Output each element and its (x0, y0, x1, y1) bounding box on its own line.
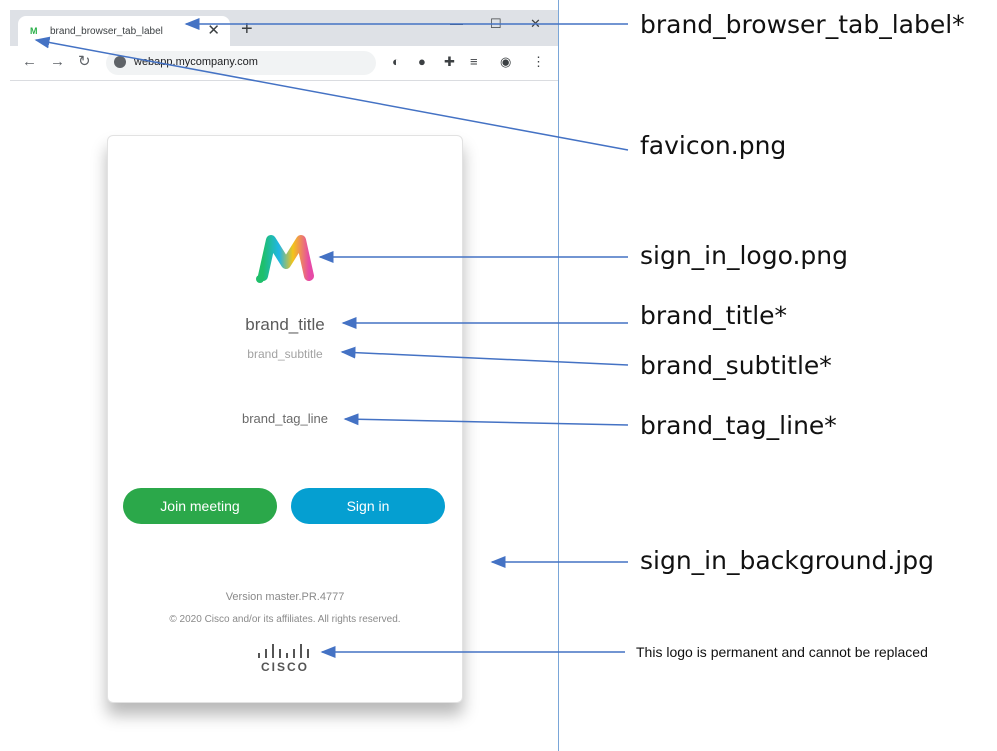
annotation-subtitle: brand_subtitle* (640, 351, 832, 380)
annotation-favicon: favicon.png (640, 131, 787, 160)
arrow-subtitle (340, 346, 629, 366)
annotation-tag-line: brand_tag_line* (640, 411, 837, 440)
annotation-title: brand_title* (640, 301, 788, 330)
arrow-favicon (34, 36, 629, 151)
annotation-logo: sign_in_logo.png (640, 241, 848, 270)
arrow-tag-line (343, 413, 629, 426)
annotation-background: sign_in_background.jpg (640, 546, 934, 575)
annotation-tab-label: brand_browser_tab_label* (640, 10, 965, 39)
annotation-arrows (34, 18, 629, 658)
annotation-cisco-note: This logo is permanent and cannot be rep… (636, 644, 928, 660)
